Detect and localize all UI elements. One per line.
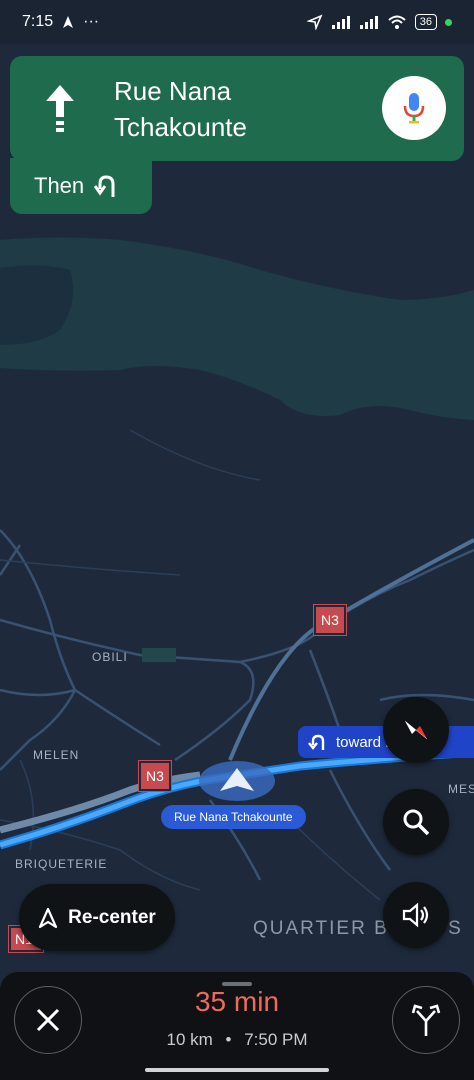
compass-button[interactable] <box>383 697 449 763</box>
navigation-instruction-card[interactable]: Rue Nana Tchakounte <box>10 56 464 161</box>
signal-icon-2 <box>359 16 378 29</box>
wifi-icon <box>388 15 406 29</box>
route-fork-icon <box>411 1004 441 1036</box>
signal-icon <box>331 16 350 29</box>
recenter-button[interactable]: Re-center <box>19 884 175 951</box>
map-label-obili: OBILI <box>92 650 128 664</box>
straight-arrow-icon <box>28 77 92 141</box>
compass-icon <box>404 720 428 740</box>
status-bar: 7:15 ··· 36 <box>0 0 474 44</box>
status-overflow: ··· <box>83 13 100 30</box>
volume-icon <box>402 902 429 928</box>
privacy-dot <box>445 18 452 26</box>
status-time: 7:15 <box>22 13 54 30</box>
map-label-mes: MES <box>448 782 474 796</box>
then-label: Then <box>34 173 85 198</box>
map-label-briqueterie: BRIQUETERIE <box>15 857 108 871</box>
u-turn-left-icon <box>94 175 115 197</box>
location-icon <box>306 14 323 30</box>
search-button[interactable] <box>383 789 449 855</box>
recenter-label: Re-center <box>68 906 156 928</box>
voice-search-button[interactable] <box>382 76 446 140</box>
microphone-icon <box>403 93 425 124</box>
arrival-time: 7:50 PM <box>244 1030 308 1049</box>
current-street-label: Rue Nana Tchakounte <box>161 805 306 829</box>
trip-distance: 10 km <box>166 1030 213 1049</box>
location-arrow-icon <box>63 16 74 28</box>
next-street-name: Rue Nana Tchakounte <box>114 75 247 142</box>
then-instruction: Then <box>10 158 152 214</box>
battery-indicator: 36 <box>414 14 437 30</box>
trip-summary-panel[interactable]: 35 min 10 km • 7:50 PM <box>0 972 474 1080</box>
home-indicator <box>145 1068 329 1072</box>
map-label-melen: MELEN <box>33 748 80 762</box>
sound-button[interactable] <box>383 882 449 948</box>
u-turn-left-icon <box>308 734 325 750</box>
trip-separator: • <box>225 1030 232 1049</box>
road-shield-n3-mid: N3 <box>138 760 172 792</box>
road-shield-n3: N3 <box>313 604 347 636</box>
navigation-arrow-icon <box>39 907 58 928</box>
alternate-routes-button[interactable] <box>392 986 460 1054</box>
search-icon <box>403 809 430 836</box>
